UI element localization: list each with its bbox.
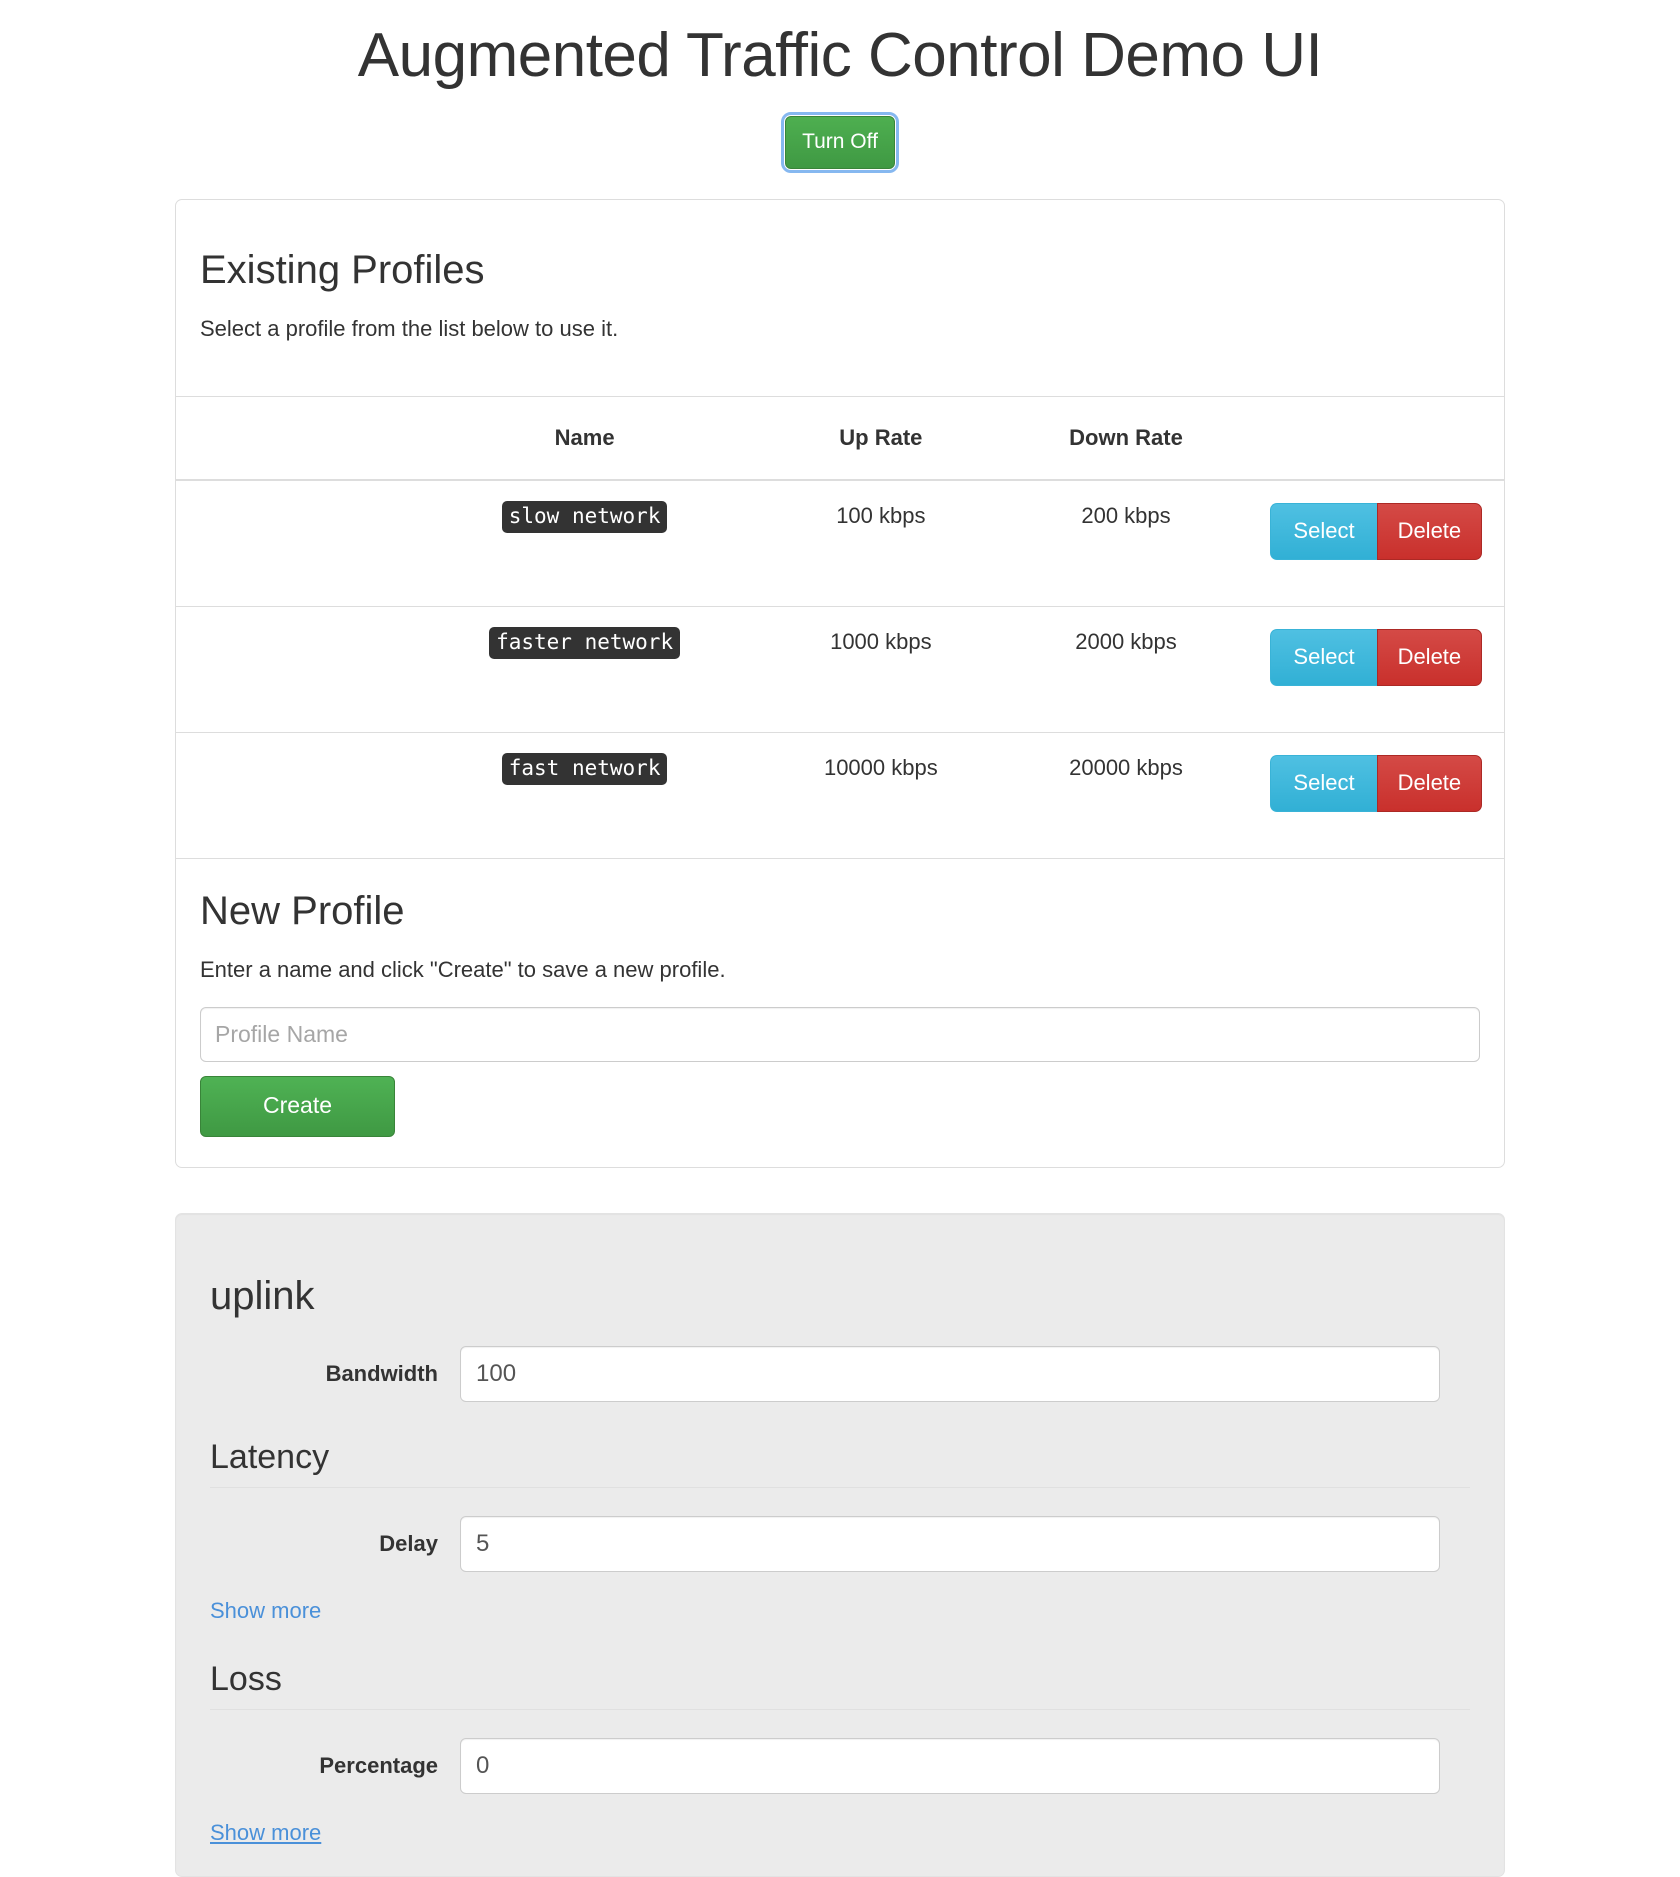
profile-up-rate: 100 kbps [758, 479, 1004, 607]
toggle-button-row: Turn Off [0, 112, 1680, 173]
profile-name-input[interactable] [200, 1007, 1480, 1063]
th-blank [176, 396, 411, 481]
table-row: fast network 10000 kbps 20000 kbps Selec… [176, 732, 1504, 860]
bandwidth-input[interactable] [460, 1345, 1440, 1402]
th-actions [1248, 396, 1504, 481]
delay-label: Delay [379, 1530, 438, 1556]
profile-down-rate: 200 kbps [1003, 479, 1249, 607]
row-spacer-cell [176, 732, 411, 860]
uplink-settings-panel: uplink Bandwidth Latency Delay Show more… [175, 1212, 1505, 1877]
bandwidth-input-wrap [460, 1345, 1470, 1402]
profile-name-cell: slow network [410, 479, 759, 607]
page-title: Augmented Traffic Control Demo UI [357, 21, 1323, 90]
new-profile-description: Enter a name and click "Create" to save … [200, 957, 726, 983]
delete-profile-button[interactable]: Delete [1376, 755, 1483, 813]
profile-up-rate: 10000 kbps [758, 732, 1004, 860]
row-spacer-cell [176, 606, 411, 734]
row-button-group: Select Delete [1270, 502, 1483, 560]
app-root: Augmented Traffic Control Demo UI Turn O… [0, 0, 1680, 1877]
th-down-rate: Down Rate [1003, 396, 1249, 481]
profile-actions-cell: Select Delete [1248, 732, 1504, 860]
select-profile-button[interactable]: Select [1270, 502, 1378, 560]
percentage-input[interactable] [460, 1737, 1440, 1794]
table-header-row: Name Up Rate Down Rate [176, 396, 1504, 481]
profile-name-badge: fast network [501, 753, 668, 786]
main-container: Existing Profiles Select a profile from … [175, 199, 1505, 1877]
profile-name-cell: fast network [410, 732, 759, 860]
profiles-table-head: Name Up Rate Down Rate [176, 396, 1504, 481]
uplink-title: uplink [210, 1273, 315, 1318]
loss-show-more-link[interactable]: Show more [210, 1820, 321, 1846]
delay-input[interactable] [460, 1515, 1440, 1572]
select-profile-button[interactable]: Select [1270, 755, 1378, 813]
table-row: slow network 100 kbps 200 kbps Select De… [176, 479, 1504, 607]
profile-name-badge: faster network [489, 626, 681, 659]
delete-profile-button[interactable]: Delete [1376, 502, 1483, 560]
profiles-table: Name Up Rate Down Rate slow network 100 … [176, 395, 1504, 860]
profile-actions-cell: Select Delete [1248, 606, 1504, 734]
percentage-input-wrap [460, 1737, 1470, 1794]
delay-row: Delay [210, 1515, 1470, 1572]
profiles-panel: Existing Profiles Select a profile from … [175, 199, 1505, 1168]
latency-show-more-link[interactable]: Show more [210, 1598, 321, 1624]
bandwidth-row: Bandwidth [210, 1345, 1470, 1402]
bandwidth-label: Bandwidth [325, 1360, 438, 1386]
percentage-label: Percentage [319, 1752, 438, 1778]
new-profile-section: New Profile Enter a name and click "Crea… [176, 859, 1504, 1166]
profile-up-rate: 1000 kbps [758, 606, 1004, 734]
create-profile-button[interactable]: Create [200, 1076, 395, 1137]
th-up-rate: Up Rate [758, 396, 1004, 481]
table-row: faster network 1000 kbps 2000 kbps Selec… [176, 606, 1504, 734]
delay-input-wrap [460, 1515, 1470, 1572]
latency-group-title: Latency [210, 1438, 1470, 1488]
profile-name-badge: slow network [501, 500, 668, 533]
select-profile-button[interactable]: Select [1270, 628, 1378, 687]
profile-name-cell: faster network [410, 606, 759, 734]
row-spacer-cell [176, 479, 411, 607]
new-profile-title: New Profile [200, 889, 405, 934]
profile-down-rate: 2000 kbps [1003, 606, 1249, 734]
delete-profile-button[interactable]: Delete [1376, 628, 1483, 687]
row-button-group: Select Delete [1270, 628, 1483, 687]
loss-group-title: Loss [210, 1660, 1470, 1710]
profile-actions-cell: Select Delete [1248, 479, 1504, 607]
existing-profiles-title: Existing Profiles [200, 248, 485, 292]
row-button-group: Select Delete [1270, 755, 1483, 813]
th-name: Name [410, 396, 759, 481]
profiles-table-body: slow network 100 kbps 200 kbps Select De… [176, 479, 1504, 860]
existing-profiles-description: Select a profile from the list below to … [200, 316, 619, 341]
percentage-row: Percentage [210, 1737, 1470, 1794]
existing-profiles-header: Existing Profiles Select a profile from … [176, 200, 1504, 370]
profile-down-rate: 20000 kbps [1003, 732, 1249, 860]
turn-off-button[interactable]: Turn Off [781, 112, 899, 173]
